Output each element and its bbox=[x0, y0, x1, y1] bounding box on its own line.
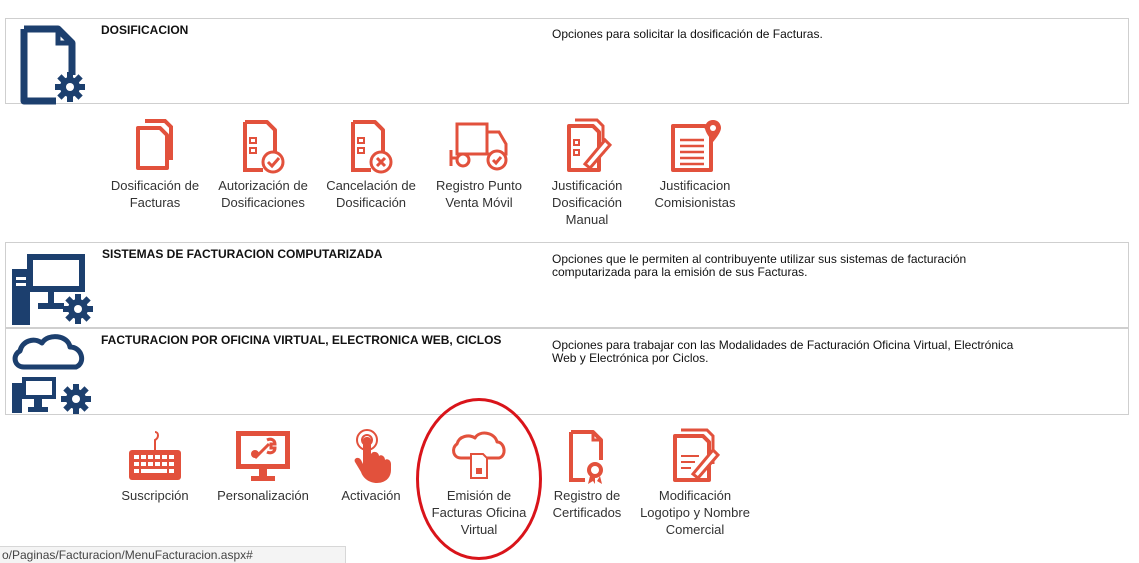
document-location-icon bbox=[671, 120, 721, 172]
tile-suscripcion[interactable]: Suscripción bbox=[100, 428, 210, 504]
certificate-icon bbox=[569, 430, 603, 484]
section-facturacion-oficina-virtual: FACTURACION POR OFICINA VIRTUAL, ELECTRO… bbox=[5, 328, 1129, 415]
tile-cancelacion-dosificacion[interactable]: Cancelación de Dosificación bbox=[316, 118, 426, 211]
keyboard-icon bbox=[129, 431, 181, 480]
tile-label: Suscripción bbox=[121, 488, 189, 503]
truck-icon bbox=[449, 122, 508, 171]
section-description: Opciones que le permiten al contribuyent… bbox=[552, 252, 967, 279]
status-bar-url: o/Paginas/Facturacion/MenuFacturacion.as… bbox=[0, 546, 346, 563]
section-description: Opciones para solicitar la dosificación … bbox=[552, 27, 823, 41]
tile-emision-facturas-oficina-virtual[interactable]: Emisión de Facturas Oficina Virtual bbox=[424, 428, 534, 538]
cloud-document-icon bbox=[452, 431, 506, 479]
tile-label: Dosificación de Facturas bbox=[110, 178, 200, 210]
hand-touch-icon bbox=[354, 429, 391, 483]
documents-stack-icon bbox=[136, 119, 173, 170]
tile-label: Modificación Logotipo y Nombre Comercial bbox=[640, 488, 750, 537]
tile-autorizacion-dosificaciones[interactable]: Autorización de Dosificaciones bbox=[208, 118, 318, 211]
section-title: FACTURACION POR OFICINA VIRTUAL, ELECTRO… bbox=[101, 333, 502, 347]
document-gear-icon bbox=[20, 25, 85, 105]
monitor-tools-icon bbox=[236, 431, 290, 481]
tile-activacion[interactable]: Activación bbox=[316, 428, 426, 504]
section-title: DOSIFICACION bbox=[101, 23, 189, 37]
tile-label: Justificacion Comisionistas bbox=[654, 178, 736, 210]
section-sistemas-computarizada: SISTEMAS DE FACTURACION COMPUTARIZADA Op… bbox=[5, 242, 1129, 328]
tile-label: Cancelación de Dosificación bbox=[326, 178, 416, 210]
document-edit-icon bbox=[673, 428, 721, 482]
section-title: SISTEMAS DE FACTURACION COMPUTARIZADA bbox=[102, 247, 383, 261]
tile-registro-certificados[interactable]: Registro de Certificados bbox=[532, 428, 642, 521]
document-check-icon bbox=[243, 120, 285, 174]
tile-label: Justificación Dosificación Manual bbox=[551, 178, 623, 227]
tile-modificacion-logotipo[interactable]: Modificación Logotipo y Nombre Comercial bbox=[640, 428, 750, 538]
tile-personalizacion[interactable]: Personalización bbox=[208, 428, 318, 504]
computer-gear-icon bbox=[12, 254, 93, 325]
tile-justificacion-comisionistas[interactable]: Justificacion Comisionistas bbox=[640, 118, 750, 211]
tile-label: Emisión de Facturas Oficina Virtual bbox=[431, 488, 527, 537]
cloud-computer-gear-icon bbox=[12, 334, 91, 414]
tile-label: Registro Punto Venta Móvil bbox=[436, 178, 522, 210]
tile-label: Activación bbox=[341, 488, 401, 503]
document-pen-icon bbox=[567, 118, 613, 172]
document-cancel-icon bbox=[351, 120, 393, 174]
tile-label: Registro de Certificados bbox=[552, 488, 622, 520]
tile-registro-punto-venta[interactable]: Registro Punto Venta Móvil bbox=[424, 118, 534, 211]
tile-justificacion-dosificacion-manual[interactable]: Justificación Dosificación Manual bbox=[532, 118, 642, 228]
tile-dosificacion-facturas[interactable]: Dosificación de Facturas bbox=[100, 118, 210, 211]
section-description: Opciones para trabajar con las Modalidad… bbox=[552, 338, 1014, 365]
section-dosificacion: DOSIFICACION Opciones para solicitar la … bbox=[5, 18, 1129, 105]
tile-label: Autorización de Dosificaciones bbox=[218, 178, 308, 210]
tile-label: Personalización bbox=[217, 488, 309, 503]
